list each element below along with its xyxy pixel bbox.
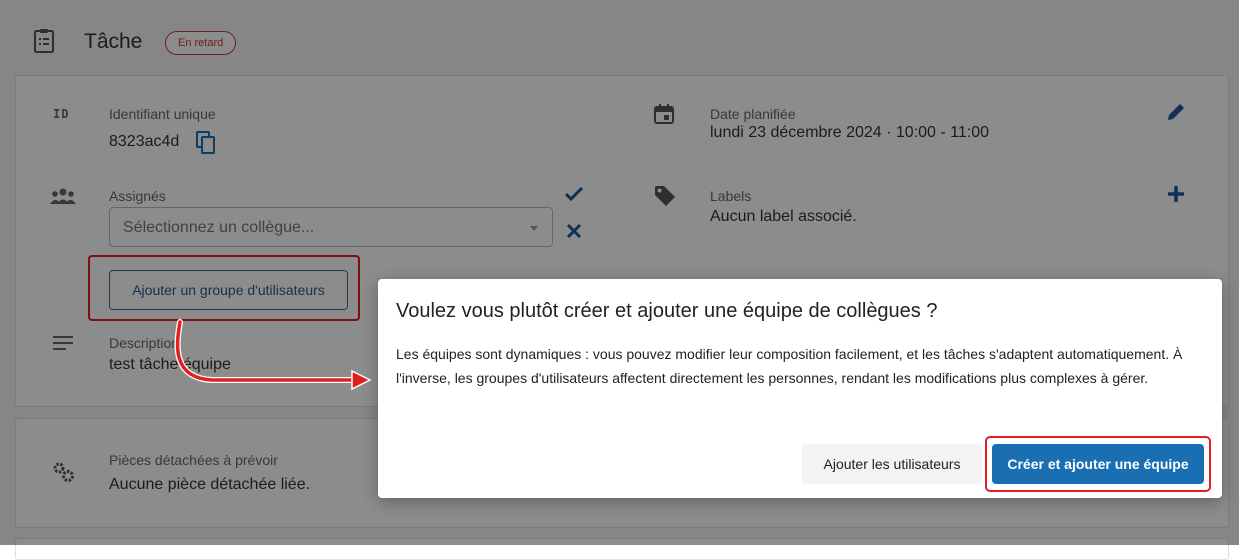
dialog-body: Les équipes sont dynamiques : vous pouve… xyxy=(396,346,1183,386)
add-users-button[interactable]: Ajouter les utilisateurs xyxy=(802,444,982,484)
dialog-title: Voulez vous plutôt créer et ajouter une … xyxy=(396,300,938,322)
annotation-highlight-create-team xyxy=(985,436,1211,492)
create-team-dialog: Voulez vous plutôt créer et ajouter une … xyxy=(378,279,1222,498)
